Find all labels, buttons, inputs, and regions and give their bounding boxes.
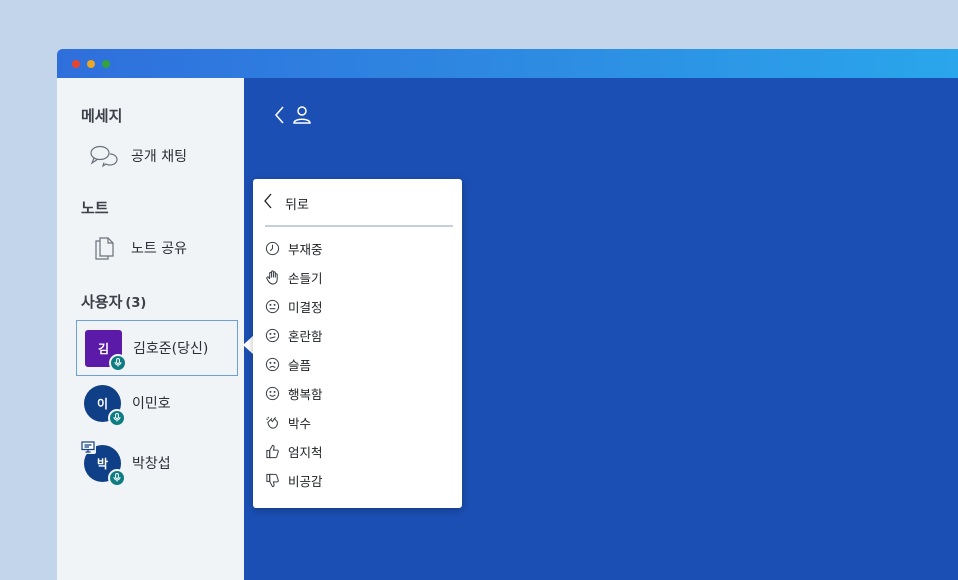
status-label: 부재중 [288, 241, 323, 257]
notes-copy-icon [89, 235, 119, 261]
clock-icon [264, 240, 280, 256]
chevron-left-icon [263, 193, 273, 213]
thumbs-down-icon [264, 472, 280, 488]
maximize-window-button[interactable] [102, 60, 110, 68]
status-sad[interactable]: 슬픔 [264, 353, 311, 375]
minimize-window-button[interactable] [87, 60, 95, 68]
status-label: 슬픔 [288, 357, 312, 373]
shared-notes-label: 노트 공유 [131, 241, 187, 257]
close-window-button[interactable] [72, 60, 80, 68]
microphone-icon [108, 408, 126, 427]
confused-face-icon [264, 327, 280, 343]
status-menu: 뒤로 부재중 손들기 미결정 혼란함 슬픔 행복함 박수 엄지척 비공감 [253, 179, 462, 508]
avatar-initial: 김 [97, 341, 110, 356]
notes-section-title: 노트 [81, 199, 109, 217]
app-window: 메세지 공개 채팅 노트 노트 공유 사용자 (3) 김 김호준(당신) 이 이… [57, 49, 958, 580]
avatar: 이 [84, 384, 126, 427]
menu-back-button[interactable]: 뒤로 [263, 191, 309, 215]
thumbs-up-icon [264, 443, 280, 459]
users-title: 사용자 [81, 293, 123, 311]
happy-face-icon [264, 385, 280, 401]
neutral-face-icon [264, 298, 280, 314]
status-label: 비공감 [288, 473, 323, 489]
sad-face-icon [264, 356, 280, 372]
status-applause[interactable]: 박수 [264, 411, 311, 433]
status-happy[interactable]: 행복함 [264, 382, 323, 404]
title-bar [57, 49, 958, 78]
user-name: 박창섭 [132, 456, 171, 472]
status-away[interactable]: 부재중 [264, 237, 323, 259]
status-thumbs-down[interactable]: 비공감 [264, 469, 323, 491]
users-section-title: 사용자 (3) [81, 291, 146, 312]
chevron-left-icon[interactable] [274, 105, 286, 129]
menu-divider [265, 225, 453, 227]
status-label: 미결정 [288, 299, 323, 315]
public-chat-label: 공개 채팅 [131, 149, 187, 165]
user-name: 김호준(당신) [133, 341, 209, 357]
shared-notes-item[interactable]: 노트 공유 [89, 235, 187, 261]
avatar-initial: 이 [96, 396, 109, 411]
user-list-item[interactable]: 김 김호준(당신) [76, 320, 238, 376]
status-label: 박수 [288, 415, 312, 431]
microphone-icon [108, 468, 126, 487]
status-confused[interactable]: 혼란함 [264, 324, 323, 346]
microphone-icon [109, 353, 127, 372]
avatar: 박 [80, 440, 126, 487]
status-label: 엄지척 [288, 444, 323, 460]
clap-icon [264, 414, 280, 430]
menu-back-label: 뒤로 [285, 197, 309, 213]
user-icon[interactable] [292, 105, 312, 129]
status-label: 행복함 [288, 386, 323, 402]
status-undecided[interactable]: 미결정 [264, 295, 323, 317]
hand-icon [264, 269, 280, 285]
avatar-initial: 박 [96, 456, 109, 471]
public-chat-item[interactable]: 공개 채팅 [89, 143, 187, 169]
sidebar: 메세지 공개 채팅 노트 노트 공유 사용자 (3) 김 김호준(당신) 이 이… [57, 78, 244, 580]
status-raise-hand[interactable]: 손들기 [264, 266, 323, 288]
user-list-item[interactable]: 박 박창섭 [76, 435, 238, 491]
users-count: (3) [125, 296, 147, 311]
user-name: 이민호 [132, 396, 171, 412]
status-label: 혼란함 [288, 328, 323, 344]
avatar: 김 [85, 329, 127, 372]
status-label: 손들기 [288, 270, 323, 286]
header-icons [274, 105, 312, 129]
status-thumbs-up[interactable]: 엄지척 [264, 440, 323, 462]
messages-section-title: 메세지 [81, 107, 123, 125]
presenter-icon [80, 440, 96, 454]
chat-bubbles-icon [89, 143, 119, 169]
user-list-item[interactable]: 이 이민호 [76, 375, 238, 431]
